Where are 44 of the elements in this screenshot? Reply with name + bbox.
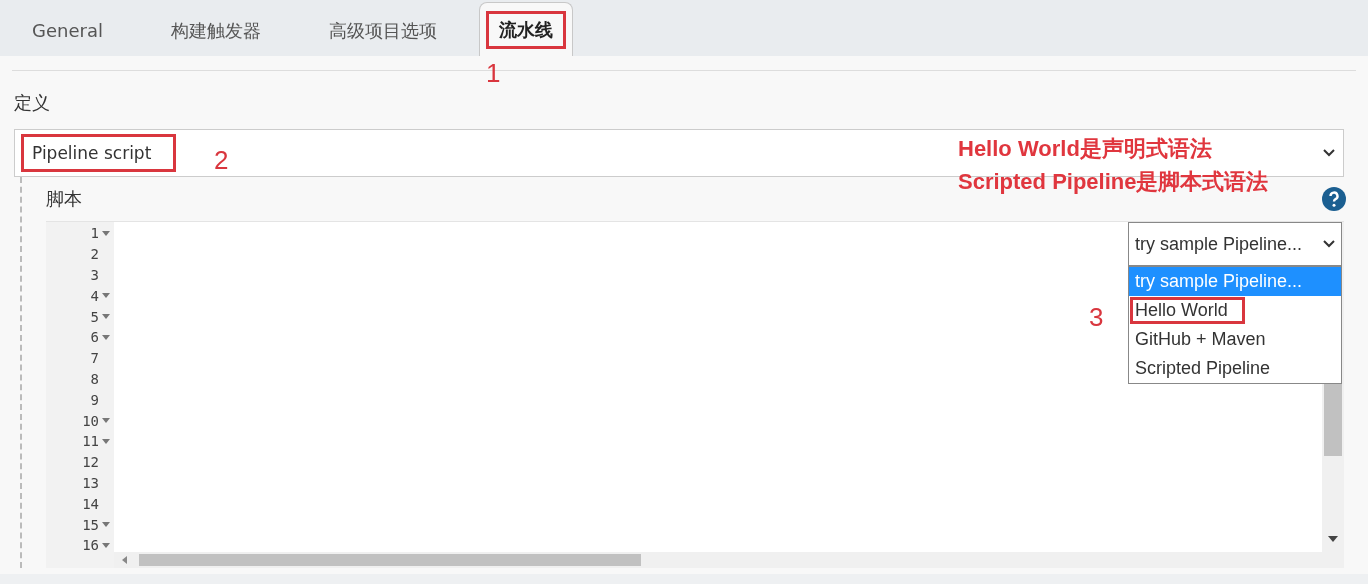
sample-select[interactable]: try sample Pipeline... xyxy=(1128,222,1342,266)
line-number: 1 xyxy=(90,225,99,242)
line-number: 14 xyxy=(82,495,99,512)
scroll-down-arrow-icon[interactable] xyxy=(1328,536,1338,542)
chevron-down-icon xyxy=(1323,149,1335,157)
fold-arrow-icon[interactable] xyxy=(102,418,110,424)
line-number: 2 xyxy=(90,246,99,263)
annotation-text: Hello World是声明式语法 xyxy=(958,135,1213,163)
line-number: 10 xyxy=(82,412,99,429)
fold-arrow-icon[interactable] xyxy=(102,230,110,236)
line-number: 5 xyxy=(90,308,99,325)
dropdown-option[interactable]: Scripted Pipeline xyxy=(1129,354,1341,383)
line-number: 3 xyxy=(90,267,99,283)
annotation-number: 1 xyxy=(486,58,501,89)
chevron-down-icon xyxy=(1323,240,1335,248)
fold-arrow-icon[interactable] xyxy=(102,314,110,320)
line-number: 12 xyxy=(82,454,99,471)
script-label: 脚本 xyxy=(46,187,82,211)
fold-arrow-icon[interactable] xyxy=(102,522,110,528)
annotation-number: 2 xyxy=(214,145,229,176)
line-number: 4 xyxy=(90,287,99,304)
fold-arrow-icon[interactable] xyxy=(102,438,110,444)
fold-arrow-icon[interactable] xyxy=(102,334,110,340)
scroll-left-arrow-icon[interactable] xyxy=(122,556,127,564)
tab[interactable]: 构建触发器 xyxy=(140,4,291,56)
dropdown-option[interactable]: GitHub + Maven xyxy=(1129,325,1341,354)
tab[interactable]: 流水线 xyxy=(478,2,573,56)
line-number: 16 xyxy=(82,537,99,554)
help-icon[interactable] xyxy=(1322,187,1346,211)
line-number: 6 xyxy=(90,329,99,346)
tab[interactable]: 高级项目选项 xyxy=(298,4,467,56)
scrollbar-thumb[interactable] xyxy=(1324,384,1342,456)
line-number: 9 xyxy=(90,391,99,408)
line-number: 8 xyxy=(90,370,99,387)
fold-arrow-icon[interactable] xyxy=(102,542,110,548)
scrollbar-thumb[interactable] xyxy=(139,554,641,566)
line-number: 15 xyxy=(82,516,99,533)
line-number: 13 xyxy=(82,474,99,491)
tab[interactable]: General xyxy=(2,4,133,56)
line-number: 11 xyxy=(82,433,99,450)
annotation-number: 3 xyxy=(1089,302,1104,333)
definition-label: 定义 xyxy=(14,91,51,115)
line-number: 7 xyxy=(90,350,99,367)
fold-arrow-icon[interactable] xyxy=(102,293,110,299)
